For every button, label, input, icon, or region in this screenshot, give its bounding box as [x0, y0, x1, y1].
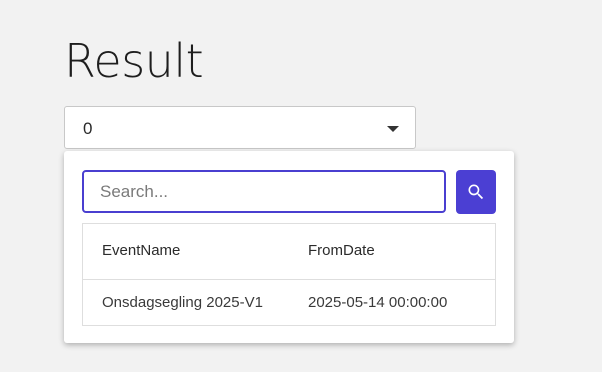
cell-eventname: Onsdagsegling 2025-V1: [102, 294, 263, 311]
dropdown-panel: EventName FromDate Onsdagsegling 2025-V1…: [64, 151, 514, 343]
event-select[interactable]: 0: [64, 106, 416, 149]
cell-fromdate: 2025-05-14 00:00:00: [308, 294, 448, 311]
results-table: EventName FromDate Onsdagsegling 2025-V1…: [82, 223, 496, 326]
page-title: Result: [64, 34, 204, 88]
search-icon: [468, 184, 484, 200]
column-header-fromdate: FromDate: [308, 242, 375, 259]
search-button[interactable]: [456, 170, 496, 214]
table-row[interactable]: Onsdagsegling 2025-V1 2025-05-14 00:00:0…: [83, 280, 495, 326]
column-header-eventname: EventName: [102, 242, 181, 259]
table-header: EventName FromDate: [83, 224, 495, 280]
select-value: 0: [83, 119, 93, 138]
search-input[interactable]: [82, 170, 446, 213]
chevron-down-icon[interactable]: [387, 126, 399, 132]
